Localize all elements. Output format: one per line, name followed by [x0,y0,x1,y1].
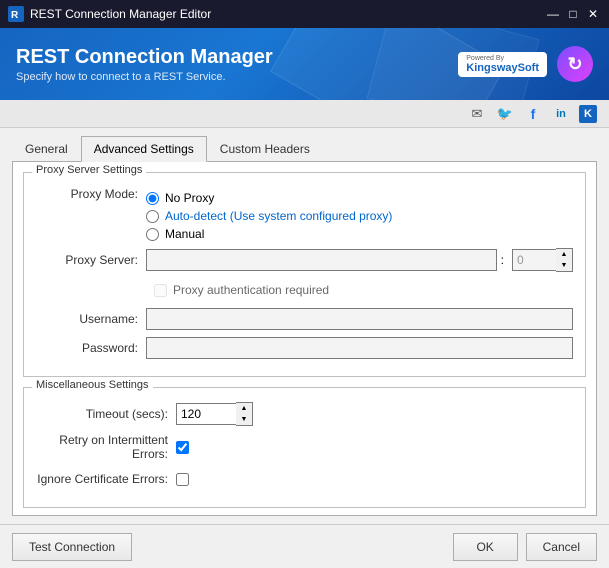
retry-checkbox[interactable] [176,441,189,454]
footer-right: OK Cancel [453,533,597,561]
cancel-button[interactable]: Cancel [526,533,597,561]
password-label: Password: [36,341,146,355]
ignore-cert-checkbox[interactable] [176,473,189,486]
password-row: Password: [36,337,573,359]
tabs: General Advanced Settings Custom Headers [12,136,597,162]
port-up-button[interactable]: ▲ [556,249,572,260]
header-banner: REST Connection Manager Specify how to c… [0,28,609,100]
tab-general[interactable]: General [12,136,81,162]
facebook-icon[interactable]: f [523,104,543,124]
proxy-auth-checkbox[interactable] [154,284,167,297]
maximize-button[interactable]: □ [565,6,581,22]
social-bar: ✉ 🐦 f in K [0,100,609,128]
powered-by-badge: Powered By KingswaySoft [458,52,547,77]
proxy-port-input[interactable] [512,249,556,271]
proxy-section: Proxy Server Settings Proxy Mode: No Pro… [23,172,586,377]
auto-detect-label: Auto-detect (Use system configured proxy… [165,209,392,223]
timeout-spinner: ▲ ▼ [236,402,253,426]
proxy-server-label: Proxy Server: [36,253,146,267]
colon-separator: : [501,253,504,267]
username-row: Username: [36,308,573,330]
ignore-cert-label: Ignore Certificate Errors: [36,472,176,486]
retry-label: Retry on Intermittent Errors: [36,433,176,461]
timeout-down-button[interactable]: ▼ [236,414,252,425]
header-text: REST Connection Manager Specify how to c… [16,46,273,83]
footer: Test Connection OK Cancel [0,524,609,568]
username-input[interactable] [146,308,573,330]
title-bar-title: REST Connection Manager Editor [30,7,211,21]
email-icon[interactable]: ✉ [467,104,487,124]
radio-no-proxy[interactable]: No Proxy [146,191,392,205]
misc-section-title: Miscellaneous Settings [32,379,153,391]
radio-manual[interactable]: Manual [146,227,392,241]
tab-panel-advanced: Proxy Server Settings Proxy Mode: No Pro… [12,162,597,516]
test-connection-button[interactable]: Test Connection [12,533,132,561]
tab-custom-headers[interactable]: Custom Headers [207,136,323,162]
header-right: Powered By KingswaySoft ↻ [458,46,593,82]
title-bar-controls: — □ ✕ [545,6,601,22]
minimize-button[interactable]: — [545,6,561,22]
timeout-label: Timeout (secs): [36,407,176,421]
password-input[interactable] [146,337,573,359]
timeout-input[interactable] [176,403,236,425]
port-down-button[interactable]: ▼ [556,260,572,271]
svg-text:R: R [11,10,19,21]
username-label: Username: [36,312,146,326]
main-content: General Advanced Settings Custom Headers… [0,128,609,524]
header-title: REST Connection Manager [16,46,273,69]
no-proxy-label: No Proxy [165,191,214,205]
ok-button[interactable]: OK [453,533,518,561]
manual-label: Manual [165,227,204,241]
brand-logo: ↻ [557,46,593,82]
proxy-mode-group: No Proxy Auto-detect (Use system configu… [146,187,392,241]
header-subtitle: Specify how to connect to a REST Service… [16,71,273,83]
proxy-section-title: Proxy Server Settings [32,164,146,176]
misc-section: Miscellaneous Settings Timeout (secs): ▲… [23,387,586,508]
brand-name: KingswaySoft [466,62,539,74]
proxy-mode-label: Proxy Mode: [36,187,146,201]
timeout-up-button[interactable]: ▲ [236,403,252,414]
title-bar: R REST Connection Manager Editor — □ ✕ [0,0,609,28]
powered-by-text: Powered By [466,55,539,62]
retry-row: Retry on Intermittent Errors: [36,433,573,461]
tab-advanced-settings[interactable]: Advanced Settings [81,136,207,162]
radio-auto-detect[interactable]: Auto-detect (Use system configured proxy… [146,209,392,223]
title-bar-left: R REST Connection Manager Editor [8,6,211,22]
proxy-auth-checkbox-row[interactable]: Proxy authentication required [154,283,329,297]
proxy-server-input[interactable] [146,249,497,271]
proxy-mode-row: Proxy Mode: No Proxy Auto-detect (Use sy… [36,187,573,241]
proxy-server-row: Proxy Server: : ▲ ▼ [36,248,573,272]
ignore-cert-row: Ignore Certificate Errors: [36,468,573,490]
proxy-auth-label: Proxy authentication required [173,283,329,297]
close-button[interactable]: ✕ [585,6,601,22]
twitter-icon[interactable]: 🐦 [495,104,515,124]
linkedin-icon[interactable]: in [551,104,571,124]
timeout-row: Timeout (secs): ▲ ▼ [36,402,573,426]
brand-k-icon[interactable]: K [579,105,597,123]
app-icon: R [8,6,24,22]
port-spinner: ▲ ▼ [556,248,573,272]
proxy-auth-row: Proxy authentication required [154,279,573,301]
